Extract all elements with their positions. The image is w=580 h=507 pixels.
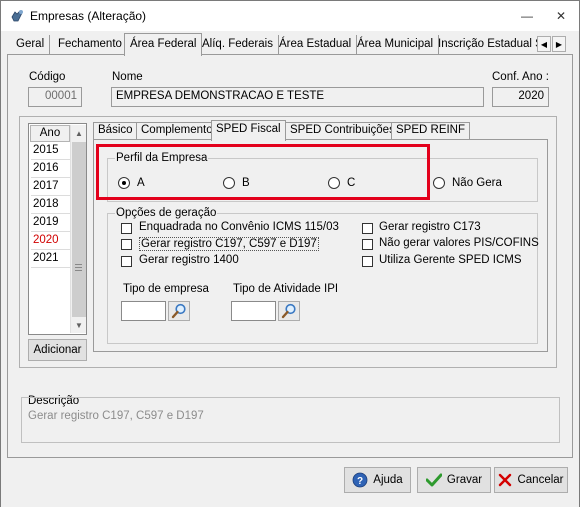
label-nao-gerar-pis: Não gerar valores PIS/COFINS: [379, 237, 539, 249]
subtab-complemento[interactable]: Complemento: [136, 122, 218, 140]
tab-aliq-federais[interactable]: Alíq. Federais: [197, 35, 279, 55]
codigo-label: Código: [29, 71, 66, 83]
tipo-atividade-lookup-button[interactable]: [278, 301, 300, 321]
cancel-x-icon: [499, 473, 512, 487]
highlight-box: [96, 144, 430, 200]
year-item[interactable]: 2018: [31, 197, 71, 214]
year-item[interactable]: 2016: [31, 161, 71, 178]
magnifier-icon: [281, 303, 296, 319]
minimize-icon: —: [521, 9, 533, 23]
label-gerar-c197: Gerar registro C197, C597 e D197: [139, 237, 319, 251]
chk-gerar-1400[interactable]: [121, 256, 132, 267]
tipo-atividade-input[interactable]: [231, 301, 276, 321]
tab-scroll-left[interactable]: ◀: [537, 36, 551, 52]
tipo-empresa-lookup-button[interactable]: [168, 301, 190, 321]
button-bar: ? Ajuda Gravar Cancelar: [1, 460, 579, 507]
svg-text:?: ?: [357, 476, 363, 487]
label-gerente-sped: Utiliza Gerente SPED ICMS: [379, 254, 522, 266]
perfil-label-nao-gera: Não Gera: [452, 177, 502, 189]
tipo-empresa-input[interactable]: [121, 301, 166, 321]
minimize-button[interactable]: —: [512, 1, 542, 31]
conf-ano-field[interactable]: 2020: [492, 87, 549, 107]
ajuda-button[interactable]: ? Ajuda: [344, 467, 411, 493]
label-gerar-c173: Gerar registro C173: [379, 221, 481, 233]
check-icon: [425, 473, 442, 487]
subtab-sped-reinf[interactable]: SPED REINF: [391, 122, 471, 140]
tab-scroll-right[interactable]: ▶: [552, 36, 566, 52]
tab-geral[interactable]: Geral: [11, 35, 51, 55]
year-list-scrollbar[interactable]: ▲ ▼: [70, 125, 86, 333]
title-bar: Empresas (Alteração) — ✕: [1, 1, 579, 31]
subtab-sped-fiscal[interactable]: SPED Fiscal: [211, 120, 286, 141]
year-item-selected[interactable]: 2020: [31, 233, 71, 250]
perfil-radio-nao-gera[interactable]: [433, 177, 445, 189]
magnifier-icon: [171, 303, 186, 319]
year-list[interactable]: Ano 2015 2016 2017 2018 2019 2020 2021 ▲…: [28, 123, 87, 335]
arrow-right-icon: ▶: [555, 39, 563, 49]
scroll-up-icon[interactable]: ▲: [71, 125, 87, 141]
opcoes-title: Opções de geração: [115, 207, 218, 219]
app-hand-icon: [11, 10, 23, 22]
cancelar-label: Cancelar: [517, 474, 564, 486]
tab-fechamento[interactable]: Fechamento: [53, 35, 128, 55]
scrollbar-thumb[interactable]: [72, 142, 86, 317]
year-item[interactable]: 2019: [31, 215, 71, 232]
nome-label: Nome: [112, 71, 143, 83]
label-gerar-1400: Gerar registro 1400: [139, 254, 239, 266]
tab-area-estadual[interactable]: Área Estadual: [274, 35, 358, 55]
chk-gerar-c173[interactable]: [362, 223, 373, 234]
chk-nao-gerar-pis[interactable]: [362, 239, 373, 250]
chk-gerar-c197[interactable]: [121, 239, 132, 250]
label-convenio-icms: Enquadrada no Convênio ICMS 115/03: [139, 221, 339, 233]
scroll-down-icon[interactable]: ▼: [71, 317, 87, 333]
main-tabstrip: Geral Fechamento Área Federal Alíq. Fede…: [7, 33, 573, 56]
gravar-button[interactable]: Gravar: [417, 467, 491, 493]
window-title: Empresas (Alteração): [30, 9, 147, 23]
sub-tabstrip: Básico Complemento SPED Fiscal SPED Cont…: [93, 120, 471, 141]
tab-area-municipal[interactable]: Área Municipal: [352, 35, 440, 55]
adicionar-label: Adicionar: [33, 344, 82, 356]
chk-gerente-sped[interactable]: [362, 256, 373, 267]
year-item[interactable]: 2015: [31, 143, 71, 160]
descricao-text: Gerar registro C197, C597 e D197: [28, 410, 204, 422]
subtab-sped-contribuicoes[interactable]: SPED Contribuições: [285, 122, 400, 140]
chk-convenio-icms[interactable]: [121, 223, 132, 234]
codigo-field[interactable]: 00001: [28, 87, 82, 107]
nome-field[interactable]: EMPRESA DEMONSTRACAO E TESTE: [111, 87, 484, 107]
tab-area-federal[interactable]: Área Federal: [124, 33, 203, 56]
tipo-atividade-label: Tipo de Atividade IPI: [233, 283, 339, 295]
conf-ano-label: Conf. Ano :: [492, 71, 549, 83]
subtab-basico[interactable]: Básico: [93, 122, 138, 140]
close-icon: ✕: [555, 9, 567, 23]
tab-inscricao-estadual[interactable]: Inscrição Estadual S: [433, 35, 537, 55]
gravar-label: Gravar: [446, 474, 483, 486]
arrow-left-icon: ◀: [540, 39, 548, 49]
year-item[interactable]: 2021: [31, 251, 71, 268]
adicionar-button[interactable]: Adicionar: [28, 339, 87, 361]
year-item[interactable]: 2017: [31, 179, 71, 196]
tipo-empresa-label: Tipo de empresa: [123, 283, 209, 295]
ajuda-label: Ajuda: [373, 474, 403, 486]
cancelar-button[interactable]: Cancelar: [494, 467, 568, 493]
help-icon: ?: [352, 472, 368, 488]
empresas-window: Empresas (Alteração) — ✕ Geral Fechament…: [0, 0, 580, 507]
close-button[interactable]: ✕: [546, 1, 576, 31]
year-column-header[interactable]: Ano: [30, 125, 70, 142]
